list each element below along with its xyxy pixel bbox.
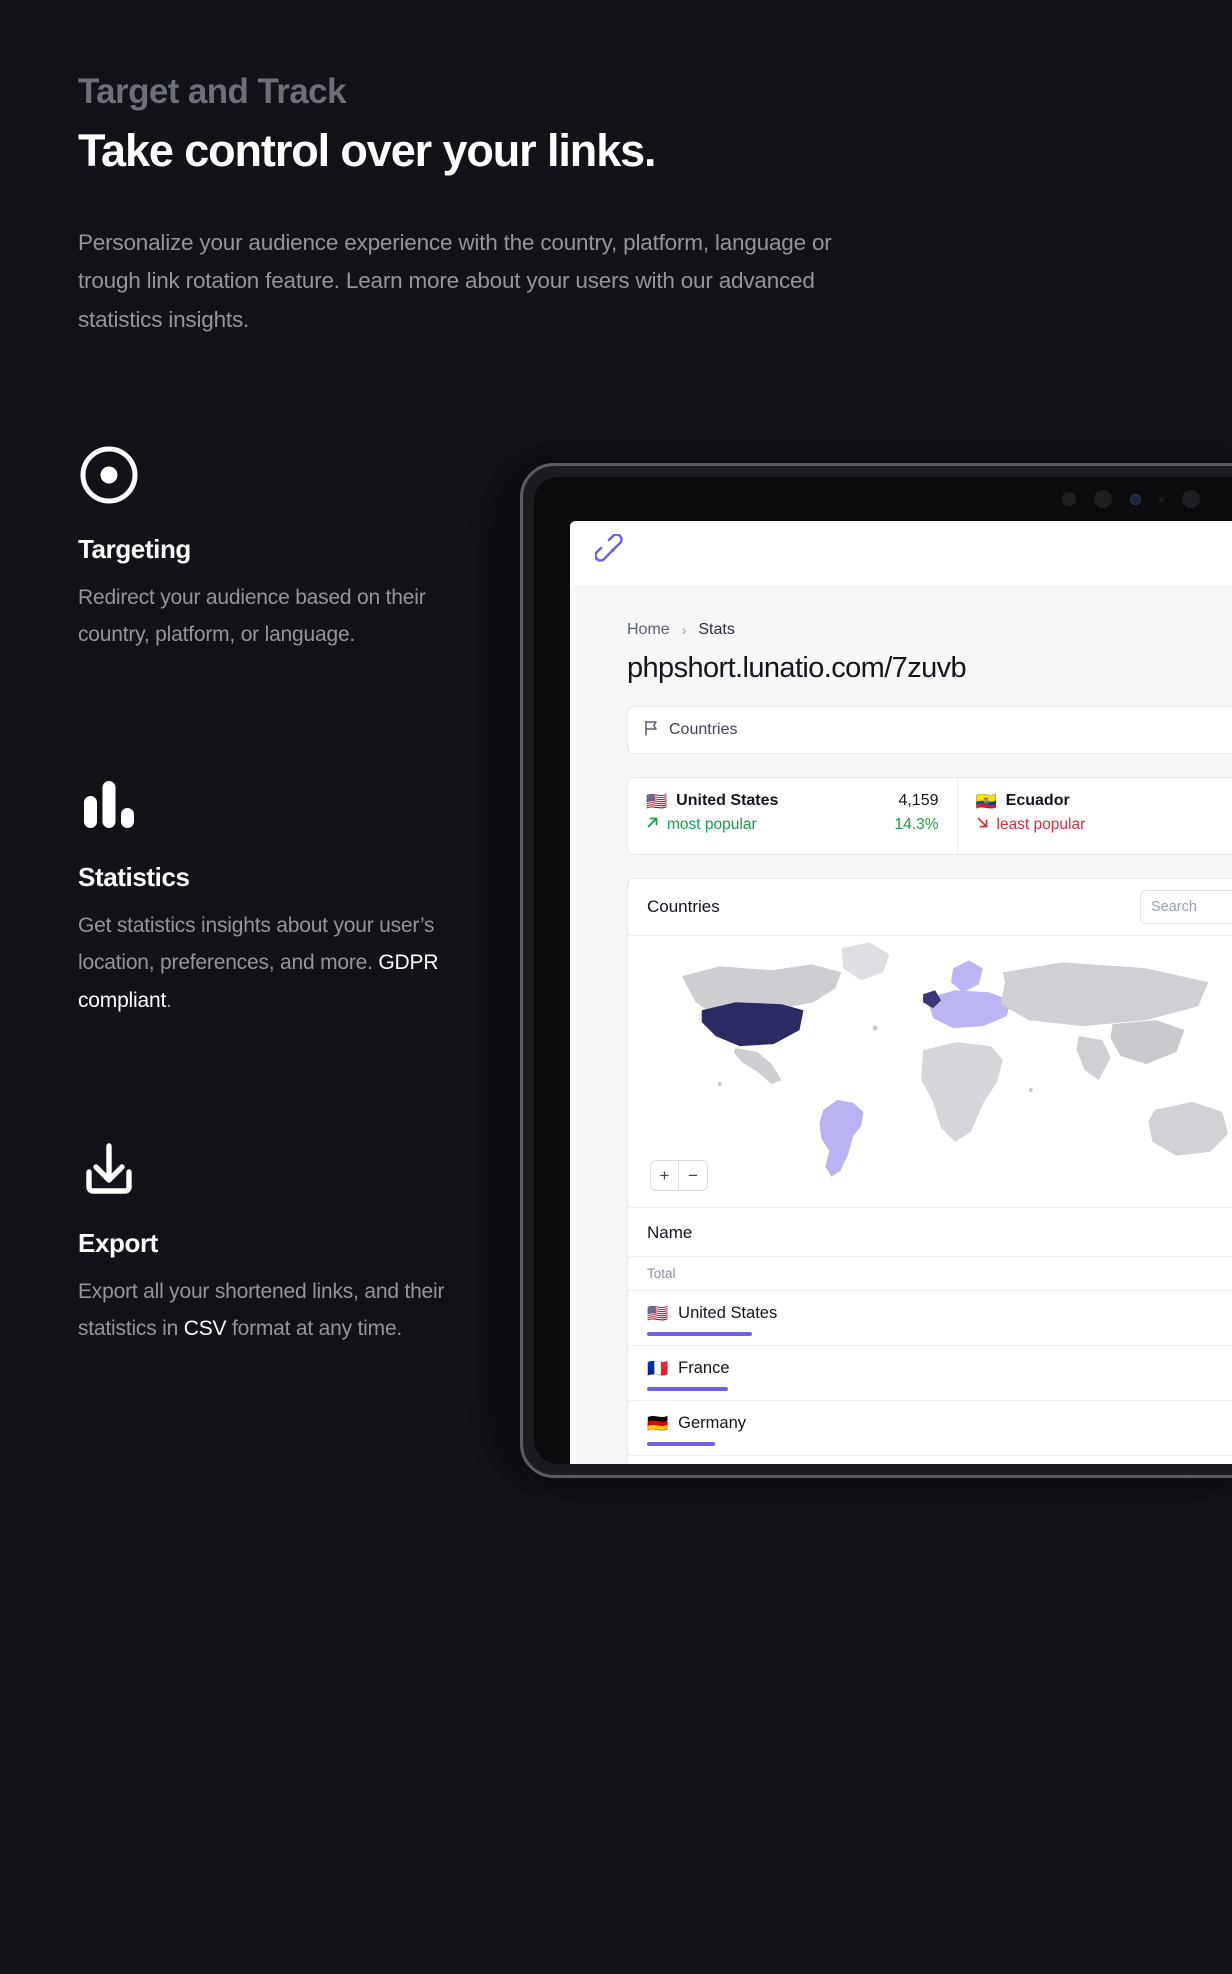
stat-card-country: 🇪🇨 Ecuador [976, 792, 1070, 810]
feature-title: Statistics [78, 861, 190, 892]
flag-icon: 🇫🇷 [647, 1359, 669, 1378]
flag-icon: 🇪🇨 [975, 791, 997, 811]
device-mockup: Home › Stats phpshort.lunatio.com/7zuvb … [520, 463, 1232, 1478]
world-map-svg [681, 942, 1229, 1177]
table-row-bar-track [647, 1387, 1232, 1391]
breadcrumb-home[interactable]: Home [627, 621, 670, 639]
stat-card-country: 🇺🇸 United States [646, 792, 778, 810]
device-screen-bezel: Home › Stats phpshort.lunatio.com/7zuvb … [534, 477, 1232, 1464]
table-row[interactable]: 🇬🇧 Great Britain [628, 1456, 1232, 1464]
table-row[interactable]: 🇺🇸 United States [628, 1291, 1232, 1346]
feature-description: Export all your shortened links, and the… [78, 1273, 478, 1348]
speaker-dot-icon [1182, 490, 1200, 508]
download-icon [78, 1138, 140, 1200]
feature-description-emphasis: CSV [183, 1317, 227, 1341]
landing-page: Target and Track Take control over your … [0, 0, 1232, 1974]
app-header [570, 521, 1232, 585]
countries-panel-header: Countries Search [628, 879, 1232, 935]
table-row[interactable]: 🇩🇪 Germany [628, 1401, 1232, 1456]
table-row-bar-fill [647, 1387, 728, 1391]
stat-card-trend: most popular [646, 816, 757, 834]
table-total-label: Total [628, 1256, 1232, 1291]
stat-card-trend: least popular [976, 816, 1086, 834]
stat-card-percent: 14.3% [894, 816, 939, 833]
feature-description: Get statistics insights about your user’… [78, 907, 478, 1020]
flag-icon: 🇺🇸 [647, 1304, 669, 1323]
feature-description-part-b: format at any time. [226, 1317, 403, 1341]
countries-panel: Countries Search + − Name Total 🇺🇸 Unite… [627, 878, 1232, 1464]
device-sensor-row [534, 477, 1232, 521]
search-input[interactable]: Search [1140, 890, 1232, 924]
link-url-title: phpshort.lunatio.com/7zuvb [627, 652, 967, 684]
feature-description-part-b: . [166, 989, 172, 1013]
sensor-dot-icon [1159, 496, 1164, 502]
map-zoom-controls[interactable]: + − [650, 1160, 708, 1191]
arrow-down-right-icon [976, 816, 989, 834]
feature-title: Targeting [78, 533, 191, 564]
target-icon [78, 444, 140, 506]
stat-card-trend-label: least popular [996, 816, 1086, 833]
search-placeholder: Search [1151, 899, 1197, 915]
table-column-header-name: Name [628, 1207, 1232, 1256]
table-row-country: Germany [678, 1414, 747, 1432]
stat-card-least-popular: 🇪🇨 Ecuador least popular [958, 778, 1232, 854]
feature-targeting: Targeting Redirect your audience based o… [78, 444, 620, 654]
feature-statistics: Statistics Get statistics insights about… [78, 772, 620, 1020]
stat-card-value: 4,159 [898, 792, 939, 809]
table-row-country: France [678, 1359, 730, 1377]
page-title: Take control over your links. [78, 125, 657, 177]
table-row-bar-fill [647, 1332, 753, 1336]
table-row-bar-track [647, 1442, 1232, 1446]
hero-description: Personalize your audience experience wit… [78, 229, 832, 333]
flag-icon [644, 720, 659, 741]
table-row[interactable]: 🇫🇷 France [628, 1346, 1232, 1401]
stat-card-country-label: Ecuador [1005, 792, 1070, 809]
feature-list: Targeting Redirect your audience based o… [78, 444, 620, 1348]
feature-export: Export Export all your shortened links, … [78, 1138, 620, 1348]
stat-card-row: 🇺🇸 United States 4,159 most popular 14.3… [627, 777, 1232, 855]
app-screen: Home › Stats phpshort.lunatio.com/7zuvb … [570, 521, 1232, 1464]
map-zoom-in-button[interactable]: + [651, 1161, 679, 1190]
stat-card-most-popular: 🇺🇸 United States 4,159 most popular 14.3… [628, 778, 958, 854]
speaker-dot-icon [1094, 490, 1112, 508]
countries-panel-title: Countries [647, 897, 720, 916]
camera-icon [1130, 493, 1141, 505]
flag-icon: 🇺🇸 [646, 791, 668, 811]
arrow-up-right-icon [646, 816, 659, 834]
breadcrumb-current: Stats [698, 621, 735, 638]
table-row-bar-track [647, 1332, 1232, 1336]
countries-filter-label: Countries [669, 721, 738, 738]
map-zoom-out-button[interactable]: − [679, 1161, 707, 1190]
feature-description: Redirect your audience based on their co… [78, 585, 426, 647]
app-content: Home › Stats phpshort.lunatio.com/7zuvb … [570, 585, 1232, 1464]
table-row-bar-fill [647, 1442, 716, 1446]
chevron-right-icon: › [681, 622, 687, 638]
stat-card-trend-label: most popular [667, 816, 757, 833]
speaker-dot-icon [1062, 492, 1076, 506]
flag-icon: 🇩🇪 [647, 1414, 669, 1433]
feature-title: Export [78, 1227, 158, 1258]
world-map[interactable]: + − [628, 935, 1232, 1207]
breadcrumb: Home › Stats [570, 585, 1232, 639]
stat-card-country-label: United States [676, 792, 779, 809]
bar-chart-icon [78, 772, 140, 834]
countries-filter[interactable]: Countries [627, 706, 1232, 754]
table-row-country: United States [678, 1304, 778, 1322]
hero-content: Target and Track Take control over your … [0, 0, 832, 1348]
hero-eyebrow: Target and Track [78, 72, 347, 111]
